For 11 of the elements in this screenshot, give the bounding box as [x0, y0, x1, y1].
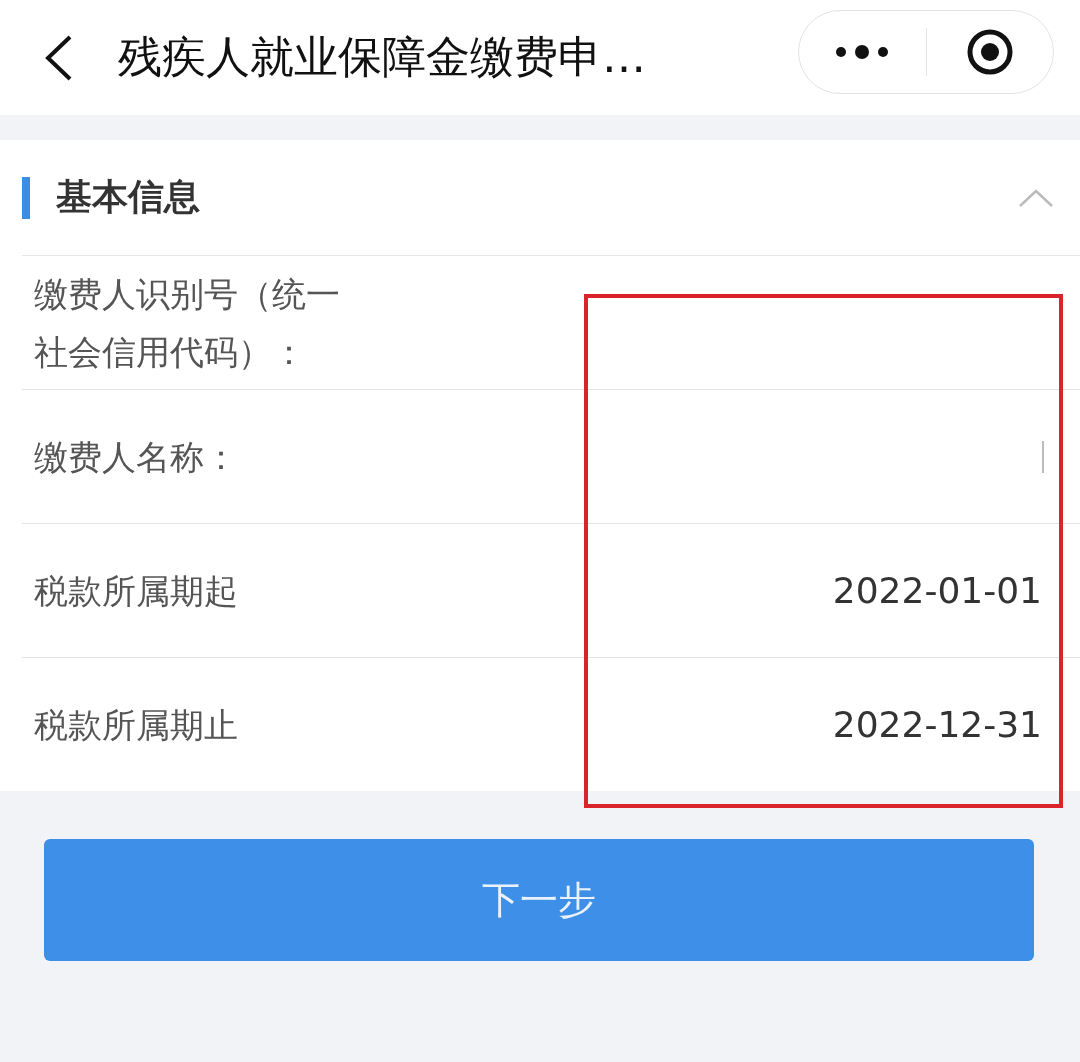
field-label: 税款所属期起 — [34, 569, 238, 613]
close-target-icon[interactable] — [965, 28, 1014, 76]
section-accent-bar — [22, 177, 30, 219]
field-label: 税款所属期止 — [34, 703, 238, 747]
field-value[interactable]: 2022-01-01 — [832, 570, 1042, 611]
more-icon[interactable] — [836, 45, 889, 59]
page-title: 残疾人就业保障金缴费申… — [118, 30, 646, 84]
section-title: 基本信息 — [56, 175, 200, 219]
field-label: 缴费人名称： — [34, 435, 238, 479]
field-value[interactable]: 2022-12-31 — [832, 704, 1042, 745]
field-label: 缴费人识别号（统一社会信用代码）： — [34, 272, 341, 374]
